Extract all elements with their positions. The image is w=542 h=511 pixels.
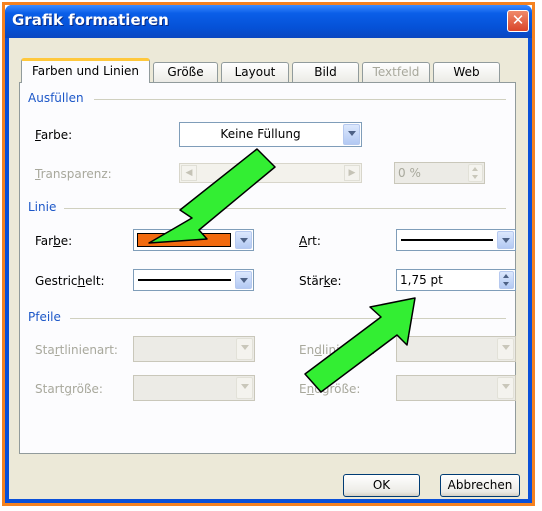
section-divider — [94, 99, 506, 100]
tab-bild[interactable]: Bild — [292, 62, 359, 82]
tab-textfeld: Textfeld — [362, 62, 430, 82]
line-color-dropdown[interactable] — [133, 229, 254, 251]
tab-label: Bild — [314, 65, 337, 79]
line-color-swatch — [137, 233, 231, 247]
section-fill-title: Ausfüllen — [28, 91, 84, 105]
chevron-down-icon — [497, 377, 514, 399]
close-icon: ✕ — [511, 11, 525, 29]
dialog-window: Grafik formatieren ✕ Farben und Linien G… — [5, 5, 532, 503]
chevron-down-icon — [236, 377, 253, 399]
window-title: Grafik formatieren — [12, 11, 169, 29]
close-button[interactable]: ✕ — [507, 10, 529, 32]
chevron-down-icon — [497, 338, 514, 360]
cancel-label: Abbrechen — [447, 478, 513, 492]
fill-color-label: Farbe: — [35, 128, 73, 142]
weight-label: Stärke: — [299, 274, 342, 288]
transparency-spinner: 0 % — [394, 162, 485, 184]
chevron-down-icon — [236, 338, 253, 360]
chevron-down-icon[interactable] — [235, 271, 252, 289]
dashed-label: Gestrichelt: — [35, 274, 105, 288]
tab-farben-und-linien[interactable]: Farben und Linien — [21, 58, 150, 83]
scroll-right-icon: ▶ — [344, 165, 360, 181]
end-style-label: Endlinienart: — [299, 343, 376, 357]
tab-groesse[interactable]: Größe — [153, 62, 218, 82]
transparency-slider: ◀ ▶ — [179, 163, 362, 183]
end-style-dropdown — [396, 336, 516, 362]
start-style-dropdown — [133, 336, 255, 362]
tab-web[interactable]: Web — [433, 62, 500, 82]
tab-layout[interactable]: Layout — [221, 62, 289, 82]
fill-color-dropdown[interactable]: Keine Füllung — [179, 122, 362, 147]
cancel-button[interactable]: Abbrechen — [440, 474, 520, 497]
dialog-body: Farben und Linien Größe Layout Bild Text… — [9, 38, 528, 499]
tab-label: Größe — [167, 65, 204, 79]
fill-color-value: Keine Füllung — [220, 127, 301, 141]
section-arrows-title: Pfeile — [28, 310, 61, 324]
ok-button[interactable]: OK — [343, 474, 420, 497]
line-color-label: Farbe: — [35, 234, 73, 248]
ok-label: OK — [372, 478, 391, 492]
spinner-arrows-icon[interactable] — [499, 271, 514, 289]
line-style-label: Art: — [299, 234, 321, 248]
weight-spinner[interactable]: 1,75 pt — [396, 269, 516, 291]
tab-label: Web — [453, 65, 480, 79]
tab-label: Farben und Linien — [31, 64, 140, 78]
tab-label: Layout — [234, 65, 276, 79]
end-size-label: Endgröße: — [299, 382, 361, 396]
section-line-title: Linie — [28, 200, 57, 214]
line-style-sample — [401, 239, 493, 241]
section-divider — [64, 208, 506, 209]
line-style-dropdown[interactable] — [396, 229, 516, 251]
scroll-left-icon: ◀ — [181, 165, 197, 181]
start-style-label: Startlinienart: — [35, 343, 118, 357]
tab-page-farben-und-linien: Ausfüllen Farbe: Keine Füllung Transpare… — [19, 82, 516, 454]
title-bar: Grafik formatieren ✕ — [5, 5, 532, 38]
chevron-down-icon[interactable] — [497, 231, 514, 249]
chevron-down-icon[interactable] — [343, 124, 360, 145]
dashed-sample — [138, 279, 231, 281]
transparency-label: Transparenz: — [35, 167, 112, 181]
dashed-dropdown[interactable] — [133, 269, 254, 291]
start-size-dropdown — [133, 375, 255, 401]
spinner-arrows-icon — [468, 164, 483, 182]
chevron-down-icon[interactable] — [235, 231, 252, 249]
tab-label: Textfeld — [372, 65, 420, 79]
weight-value[interactable]: 1,75 pt — [400, 273, 443, 287]
section-divider — [70, 318, 506, 319]
start-size-label: Startgröße: — [35, 382, 103, 396]
transparency-value: 0 % — [398, 166, 421, 180]
end-size-dropdown — [396, 375, 516, 401]
